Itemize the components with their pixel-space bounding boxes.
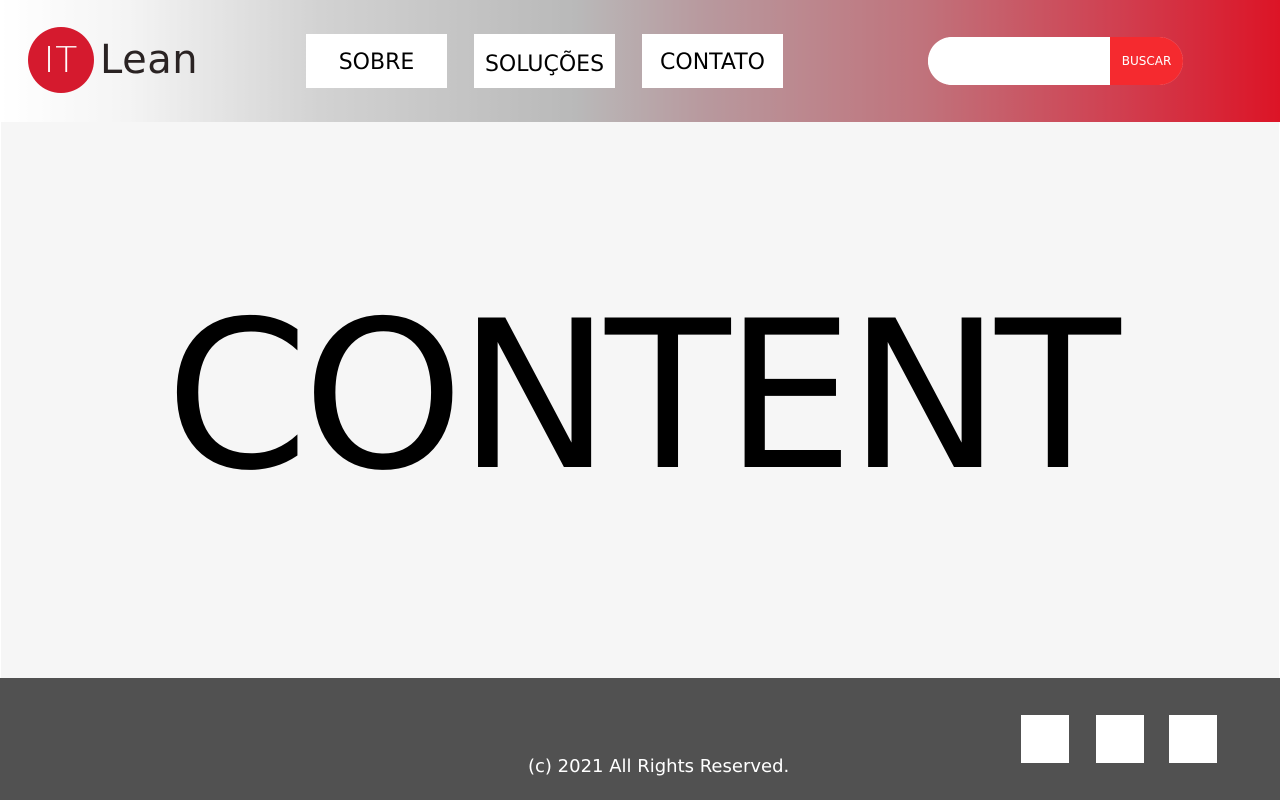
copyright-text: (c) 2021 All Rights Reserved. [528, 756, 790, 777]
main-content: CONTENT [1, 122, 1279, 678]
search-bar: BUSCAR [928, 37, 1183, 85]
social-icon-2[interactable] [1096, 715, 1144, 763]
search-input[interactable] [928, 37, 1110, 85]
social-icon-1[interactable] [1021, 715, 1069, 763]
nav-sobre-button[interactable]: SOBRE [306, 34, 447, 88]
logo-wordmark: Lean [100, 37, 199, 83]
top-header: IT Lean SOBRE SOLUÇÕES CONTATO BUSCAR [0, 0, 1280, 122]
logo-mark: IT [28, 27, 94, 93]
footer: (c) 2021 All Rights Reserved. [0, 678, 1280, 800]
nav-contato-button[interactable]: CONTATO [642, 34, 783, 88]
nav-solucoes-button[interactable]: SOLUÇÕES [474, 34, 615, 88]
page: IT Lean SOBRE SOLUÇÕES CONTATO BUSCAR CO… [0, 0, 1280, 800]
search-button[interactable]: BUSCAR [1110, 37, 1183, 85]
social-icon-3[interactable] [1169, 715, 1217, 763]
logo[interactable]: IT Lean [28, 27, 198, 93]
content-placeholder-text: CONTENT [165, 278, 1120, 516]
